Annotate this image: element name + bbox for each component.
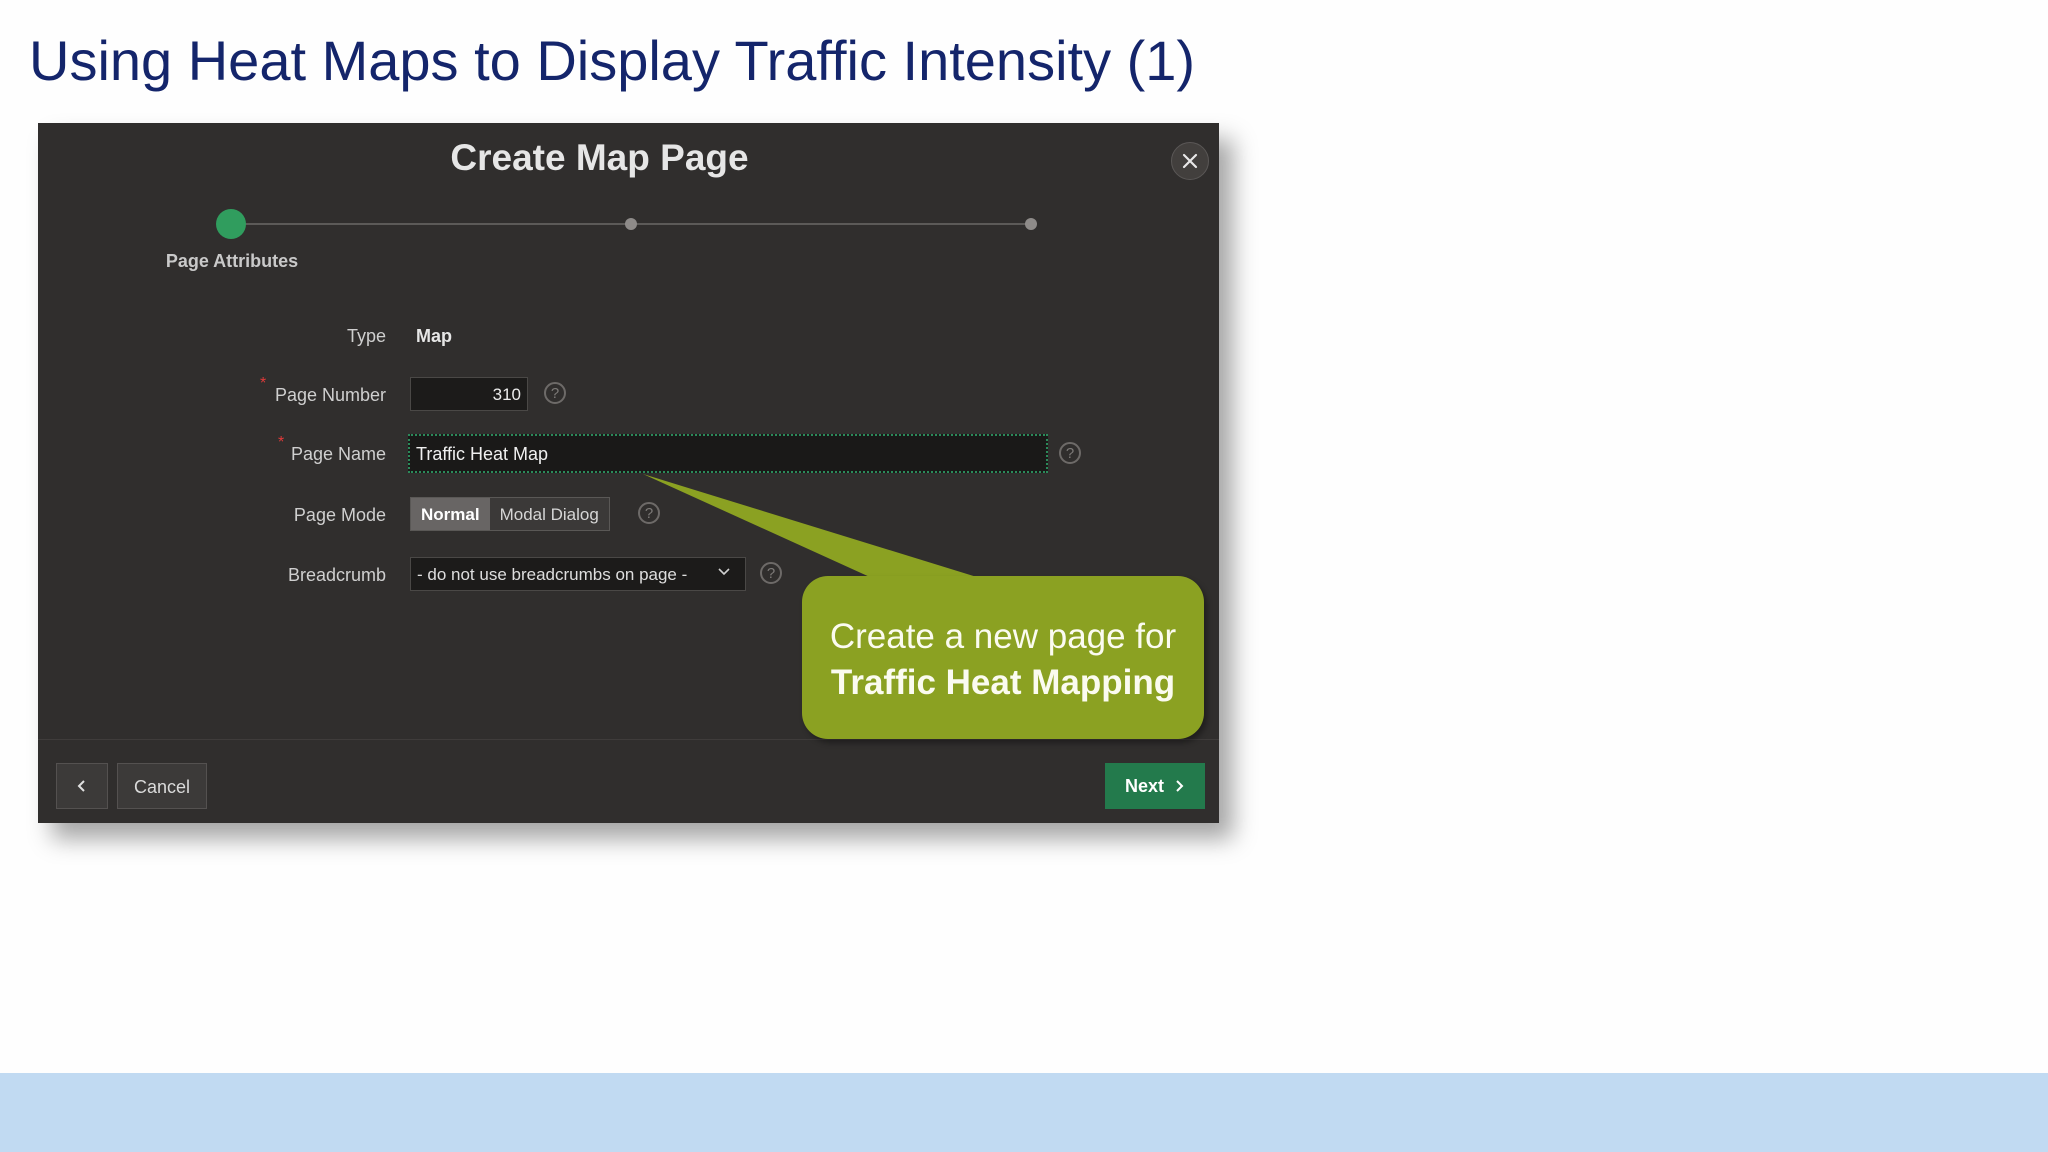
callout-line-1: Create a new page for xyxy=(829,617,1177,656)
callout-line-2: Traffic Heat Mapping xyxy=(830,663,1176,702)
slide-footer-band xyxy=(0,1073,2048,1152)
instruction-callout: Create a new page for Traffic Heat Mappi… xyxy=(802,576,1204,739)
